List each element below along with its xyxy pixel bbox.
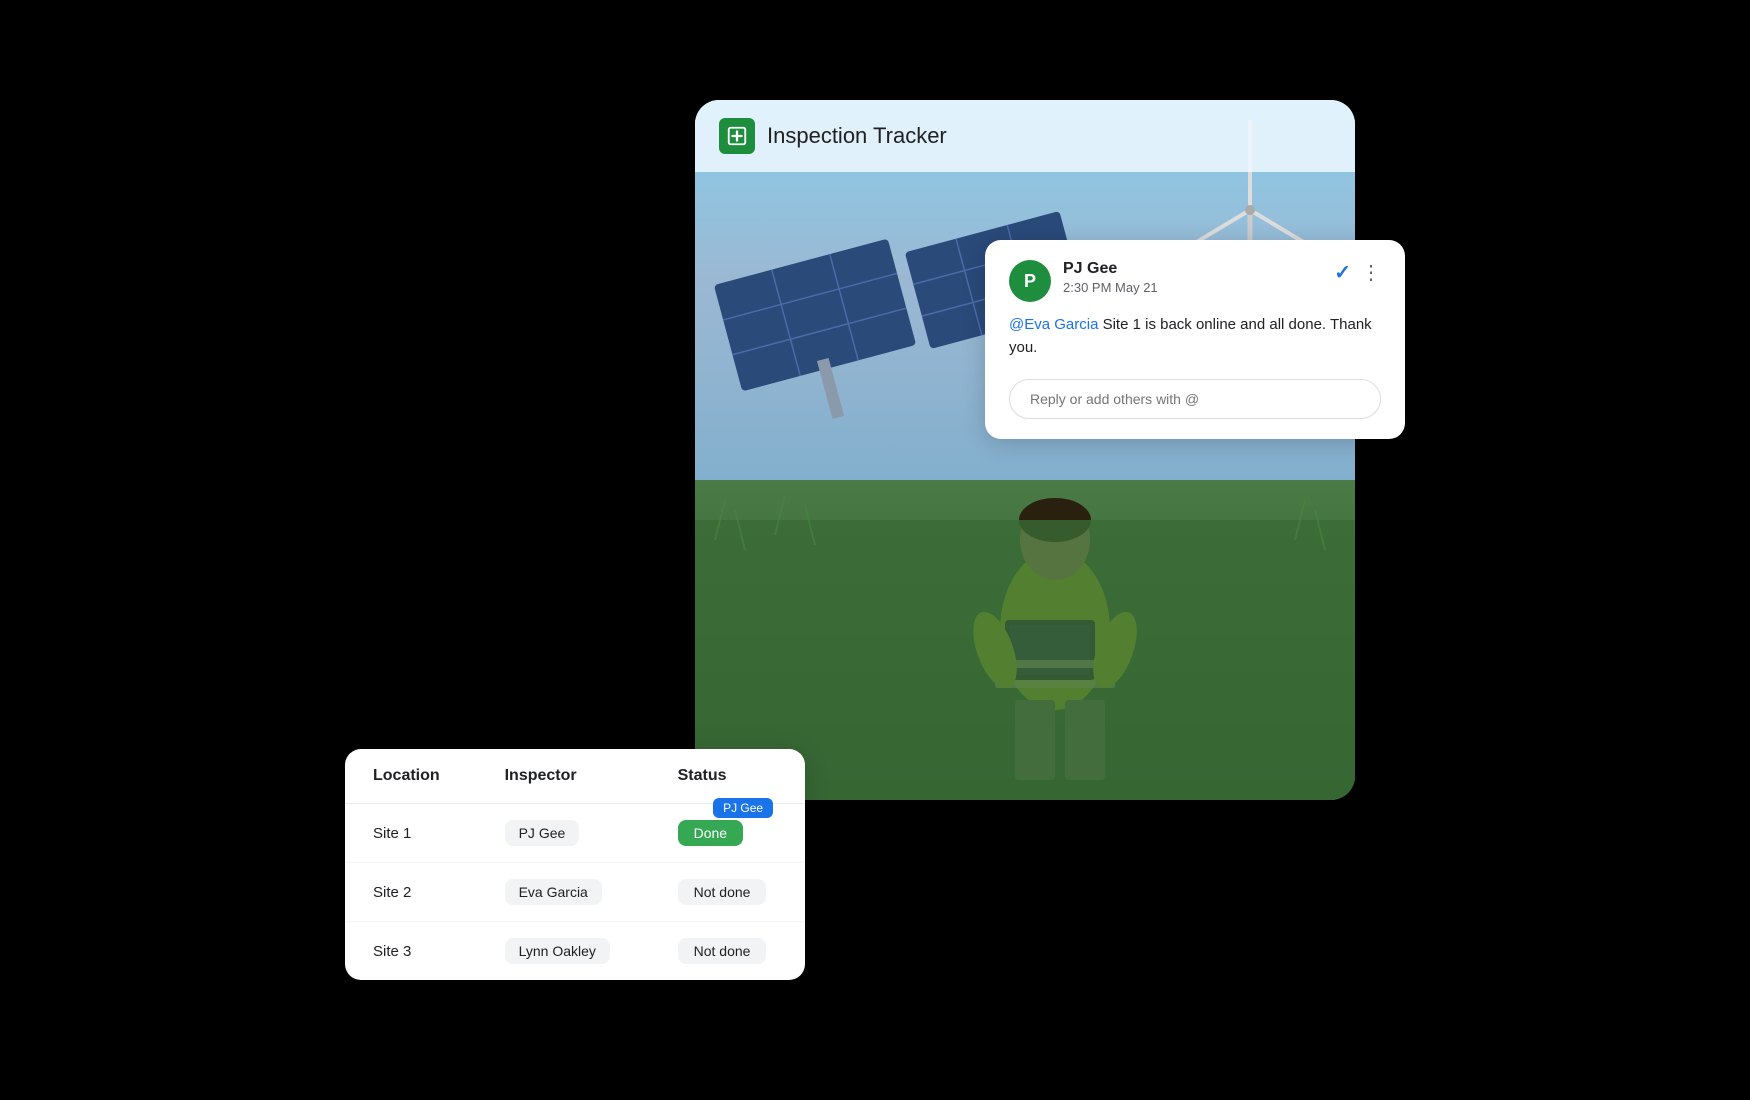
status-not-done-badge: Not done — [678, 938, 767, 964]
cell-inspector: Lynn Oakley — [477, 922, 650, 981]
pj-gee-tooltip: PJ Gee — [713, 798, 773, 818]
comment-header: P PJ Gee 2:30 PM May 21 ✓ ⋮ — [1009, 260, 1381, 302]
tracker-icon — [719, 118, 755, 154]
cell-status: Not done — [650, 863, 805, 922]
cell-inspector: PJ Gee — [477, 804, 650, 863]
inspector-chip: Lynn Oakley — [505, 938, 610, 964]
tracker-title: Inspection Tracker — [767, 123, 947, 149]
comment-body: @Eva Garcia Site 1 is back online and al… — [1009, 314, 1381, 359]
comment-actions: ✓ ⋮ — [1334, 260, 1381, 285]
cell-status: Done PJ Gee — [650, 804, 805, 863]
table-card: Location Inspector Status Site 1 PJ Gee … — [345, 749, 805, 980]
more-icon[interactable]: ⋮ — [1361, 260, 1381, 285]
cell-location: Site 3 — [345, 922, 477, 981]
col-status: Status — [650, 749, 805, 804]
inspection-table: Location Inspector Status Site 1 PJ Gee … — [345, 749, 805, 980]
col-location: Location — [345, 749, 477, 804]
comment-card: P PJ Gee 2:30 PM May 21 ✓ ⋮ @Eva Garcia … — [985, 240, 1405, 439]
status-not-done-badge: Not done — [678, 879, 767, 905]
check-icon[interactable]: ✓ — [1334, 260, 1351, 285]
main-scene: Inspection Tracker — [375, 100, 1375, 1000]
comment-meta: PJ Gee 2:30 PM May 21 — [1063, 260, 1322, 295]
table-row: Site 2 Eva Garcia Not done — [345, 863, 805, 922]
avatar: P — [1009, 260, 1051, 302]
table-header-row: Location Inspector Status — [345, 749, 805, 804]
inspector-chip: PJ Gee — [505, 820, 580, 846]
inspector-chip: Eva Garcia — [505, 879, 602, 905]
cell-location: Site 1 — [345, 804, 477, 863]
commenter-name: PJ Gee — [1063, 260, 1322, 278]
mention-tag[interactable]: @Eva Garcia — [1009, 316, 1098, 333]
table-row: Site 3 Lynn Oakley Not done — [345, 922, 805, 981]
status-done-badge: Done PJ Gee — [678, 820, 743, 846]
tracker-photo — [695, 100, 1355, 800]
table-row: Site 1 PJ Gee Done PJ Gee — [345, 804, 805, 863]
cell-inspector: Eva Garcia — [477, 863, 650, 922]
cell-location: Site 2 — [345, 863, 477, 922]
cell-status: Not done — [650, 922, 805, 981]
tracker-card: Inspection Tracker — [695, 100, 1355, 800]
reply-input[interactable] — [1009, 379, 1381, 419]
tracker-header: Inspection Tracker — [695, 100, 1355, 172]
col-inspector: Inspector — [477, 749, 650, 804]
comment-time: 2:30 PM May 21 — [1063, 280, 1322, 295]
